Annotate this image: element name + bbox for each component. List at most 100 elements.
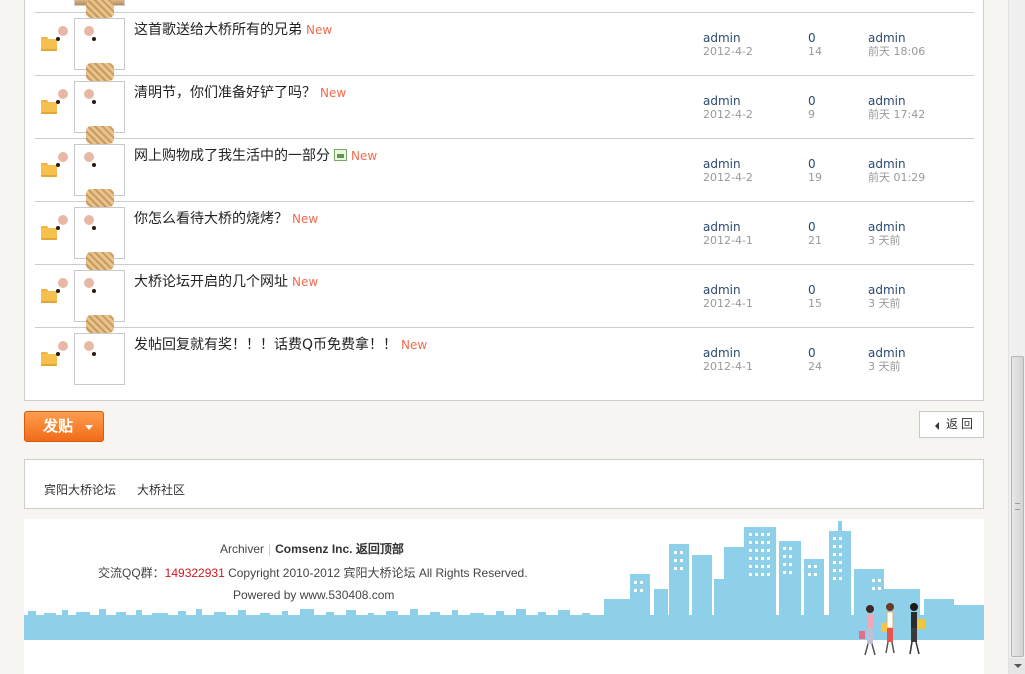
last-post-time[interactable]: 3 天前	[868, 360, 906, 373]
back-button[interactable]: 返回	[919, 411, 984, 438]
folder-icon[interactable]	[41, 37, 57, 51]
new-badge: New	[351, 149, 378, 163]
reply-count[interactable]: 0	[808, 284, 822, 297]
thread-stats: 0 15	[808, 284, 822, 311]
reply-count[interactable]: 0	[808, 32, 822, 45]
thread-title[interactable]: 这首歌送给大桥所有的兄弟	[134, 22, 302, 38]
archiver-link[interactable]: Archiver	[220, 542, 264, 556]
thread-title[interactable]: 网上购物成了我生活中的一部分	[134, 148, 330, 164]
back-button-label: 返回	[946, 417, 977, 431]
thread-row: 你怎么看待大桥的烧烤？ New admin 2012-4-1 0 21 admin…	[35, 189, 974, 264]
new-badge: New	[292, 212, 319, 226]
folder-icon[interactable]	[41, 163, 57, 177]
footer-separator: |	[268, 542, 272, 556]
last-post: admin 前天 18:06	[868, 32, 925, 59]
view-count: 19	[808, 171, 822, 184]
scroll-down-arrow-icon[interactable]	[1009, 658, 1025, 674]
thread-author: admin 2012-4-1	[703, 347, 753, 374]
thread-row: 清明节，你们准备好铲了吗？ New admin 2012-4-2 0 9 admi…	[35, 63, 974, 138]
thread-author: admin 2012-4-2	[703, 95, 753, 122]
thread-stats: 0 14	[808, 32, 822, 59]
back-to-top-link[interactable]: 返回顶部	[356, 542, 404, 556]
last-post-time[interactable]: 3 天前	[868, 297, 906, 310]
author-name[interactable]: admin	[703, 32, 753, 45]
folder-icon[interactable]	[41, 352, 57, 366]
scrollbar-thumb[interactable]	[1011, 356, 1024, 657]
post-date: 2012-4-1	[703, 234, 753, 247]
author-name[interactable]: admin	[703, 284, 753, 297]
avatar[interactable]	[56, 315, 125, 385]
thread-stats: 0 9	[808, 95, 816, 122]
thread-title[interactable]: 发帖回复就有奖！！！话费Q币免费拿！！	[134, 337, 397, 353]
post-date: 2012-4-2	[703, 108, 753, 121]
thread-title-wrap: 大桥论坛开启的几个网址 New	[134, 271, 318, 291]
last-post: admin 前天 01:29	[868, 158, 925, 185]
post-date: 2012-4-1	[703, 360, 753, 373]
qq-group-number[interactable]: 149322931	[165, 566, 225, 580]
post-date: 2012-4-2	[703, 171, 753, 184]
thread-stats: 0 24	[808, 347, 822, 374]
vertical-scrollbar[interactable]	[1008, 0, 1025, 674]
powered-by-text[interactable]: Powered by www.530408.com	[233, 588, 394, 602]
folder-icon[interactable]	[41, 226, 57, 240]
link-community[interactable]: 大桥社区	[137, 481, 185, 498]
author-name[interactable]: admin	[703, 95, 753, 108]
thread-stats: 0 21	[808, 221, 822, 248]
footer-powered: Powered by www.530408.com	[233, 588, 394, 602]
last-post-user[interactable]: admin	[868, 32, 925, 45]
thread-title[interactable]: 清明节，你们准备好铲了吗？	[134, 85, 316, 101]
image-attachment-icon	[334, 149, 347, 161]
view-count: 14	[808, 45, 822, 58]
footer-copyright: 交流QQ群：149322931 Copyright 2010-2012 宾阳大桥…	[98, 564, 528, 581]
author-name[interactable]: admin	[703, 221, 753, 234]
footer: Archiver | Comsenz Inc. 返回顶部 交流QQ群：1493229…	[24, 519, 984, 674]
partial-previous-row	[35, 0, 974, 12]
copyright-text: Copyright 2010-2012 宾阳大桥论坛 All Rights Re…	[228, 566, 528, 580]
view-count: 24	[808, 360, 822, 373]
view-count: 9	[808, 108, 815, 121]
thread-row: 网上购物成了我生活中的一部分 New admin 2012-4-2 0 19 ad…	[35, 126, 974, 201]
qq-group-label: 交流QQ群：	[98, 566, 165, 580]
folder-icon[interactable]	[41, 289, 57, 303]
last-post-user[interactable]: admin	[868, 158, 925, 171]
last-post-user[interactable]: admin	[868, 221, 906, 234]
thread-author: admin 2012-4-1	[703, 221, 753, 248]
last-post: admin 3 天前	[868, 347, 906, 374]
new-badge: New	[292, 275, 319, 289]
footer-nav: Archiver | Comsenz Inc. 返回顶部	[220, 540, 404, 557]
thread-title-wrap: 网上购物成了我生活中的一部分 New	[134, 145, 377, 165]
new-post-button[interactable]: 发贴	[24, 411, 104, 442]
last-post-time[interactable]: 3 天前	[868, 234, 906, 247]
thread-title-wrap: 你怎么看待大桥的烧烤？ New	[134, 208, 318, 228]
last-post-time[interactable]: 前天 17:42	[868, 108, 925, 121]
author-name[interactable]: admin	[703, 347, 753, 360]
thread-title-wrap: 发帖回复就有奖！！！话费Q币免费拿！！ New	[134, 334, 427, 354]
link-forum-home[interactable]: 宾阳大桥论坛	[44, 481, 116, 498]
last-post-user[interactable]: admin	[868, 95, 925, 108]
thread-author: admin 2012-4-2	[703, 158, 753, 185]
thread-row: 这首歌送给大桥所有的兄弟 New admin 2012-4-2 0 14 admi…	[35, 0, 974, 75]
thread-title[interactable]: 你怎么看待大桥的烧烤？	[134, 211, 288, 227]
view-count: 21	[808, 234, 822, 247]
forum-links: 宾阳大桥论坛 大桥社区	[24, 459, 984, 509]
thread-author: admin 2012-4-1	[703, 284, 753, 311]
thread-row: 大桥论坛开启的几个网址 New admin 2012-4-1 0 15 admin…	[35, 252, 974, 327]
reply-count[interactable]: 0	[808, 95, 816, 108]
thread-title-wrap: 清明节，你们准备好铲了吗？ New	[134, 82, 346, 102]
thread-author: admin 2012-4-2	[703, 32, 753, 59]
back-arrow-icon	[935, 422, 939, 430]
comsenz-link[interactable]: Comsenz Inc.	[275, 542, 352, 556]
folder-icon[interactable]	[41, 100, 57, 114]
last-post-user[interactable]: admin	[868, 347, 906, 360]
last-post: admin 3 天前	[868, 284, 906, 311]
last-post-time[interactable]: 前天 18:06	[868, 45, 925, 58]
thread-title[interactable]: 大桥论坛开启的几个网址	[134, 274, 288, 290]
thread-row: 发帖回复就有奖！！！话费Q币免费拿！！ New admin 2012-4-1 0 …	[35, 315, 974, 390]
last-post-time[interactable]: 前天 01:29	[868, 171, 925, 184]
author-name[interactable]: admin	[703, 158, 753, 171]
reply-count[interactable]: 0	[808, 221, 822, 234]
last-post-user[interactable]: admin	[868, 284, 906, 297]
reply-count[interactable]: 0	[808, 158, 822, 171]
thread-stats: 0 19	[808, 158, 822, 185]
reply-count[interactable]: 0	[808, 347, 822, 360]
